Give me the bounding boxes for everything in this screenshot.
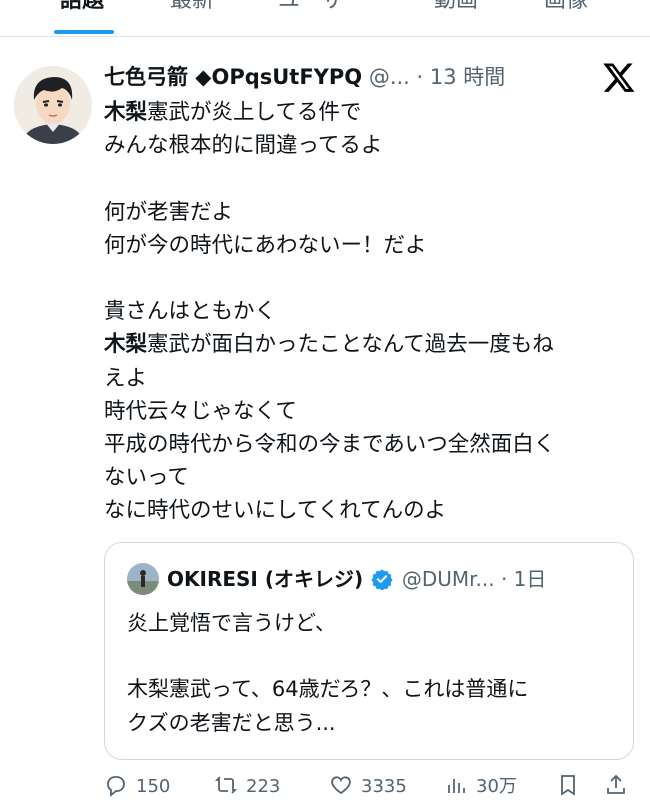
tweet-body: 木梨憲武が炎上してる件で みんな根本的に間違ってるよ 何が老害だよ 何が今の時代…: [104, 96, 624, 527]
tweet-line: 平成の時代から令和の今まであいつ全然面白く: [104, 428, 624, 461]
tweet-line: [104, 262, 624, 295]
line-text: 何が老害だよ: [104, 199, 234, 225]
tweet-line: えよ: [104, 362, 624, 395]
tweet-line: [104, 162, 624, 195]
reply-count: 150: [136, 776, 171, 797]
highlight-term: 木梨: [104, 100, 148, 125]
line-text: 時代云々じゃなくて: [104, 398, 297, 424]
quote-header: OKIRESI (オキレジ) @DUMr... · 1日: [167, 563, 546, 595]
like-button[interactable]: 3335: [329, 772, 407, 802]
reply-icon: [107, 776, 125, 797]
share-button[interactable]: [604, 772, 636, 802]
bookmark-icon: [561, 775, 575, 796]
quote-timestamp[interactable]: 1日: [514, 567, 547, 591]
tweet-line: 木梨憲武が炎上してる件で: [104, 96, 624, 129]
tab-latest[interactable]: 最新: [170, 0, 214, 16]
quote-line: クズの老害だと思う...: [127, 710, 336, 735]
tweet-line: 何が今の時代にあわないー！だよ: [104, 229, 624, 262]
line-text: 貴さんはともかく: [104, 299, 277, 325]
tweet-line: みんな根本的に間違ってるよ: [104, 129, 624, 162]
quote-line: 木梨憲武って、64歳だろ？、これは普通に: [127, 677, 529, 702]
tweet-line: 貴さんはともかく: [104, 295, 624, 328]
quote-avatar-image: [127, 563, 159, 595]
quote-handle[interactable]: @DUMr...: [402, 567, 495, 591]
handle[interactable]: @...: [369, 65, 410, 89]
avatar[interactable]: [14, 66, 92, 144]
tweet-actions: 150 223 3335 30万: [104, 772, 634, 802]
quote-display-name[interactable]: OKIRESI (オキレジ): [167, 567, 363, 591]
line-text: 何が今の時代にあわないー！だよ: [104, 232, 427, 258]
quote-avatar[interactable]: [127, 563, 159, 595]
quote-line: [127, 640, 617, 673]
tweet-line: 木梨憲武が面白かったことなんて過去一度もね: [104, 328, 624, 361]
line-text: なに時代のせいにしてくれてんのよ: [104, 498, 447, 524]
avatar-illustration: [14, 66, 92, 144]
line-text: 憲武が炎上してる件で: [147, 100, 362, 125]
retweet-count: 223: [246, 776, 281, 797]
tweet-line: 時代云々じゃなくて: [104, 395, 624, 428]
tab-users[interactable]: ユーザー: [278, 0, 366, 16]
tweet-line: なに時代のせいにしてくれてんのよ: [104, 494, 624, 527]
line-text: ないって: [104, 465, 189, 491]
separator-dot: ·: [416, 65, 424, 89]
separator-dot: ·: [500, 567, 508, 591]
retweet-button[interactable]: 223: [214, 772, 280, 802]
search-tab-bar: 話題 最新 ユーザー 動画 画像: [0, 0, 650, 37]
bookmark-button[interactable]: [556, 772, 588, 802]
quoted-tweet[interactable]: OKIRESI (オキレジ) @DUMr... · 1日 炎上覚悟で言うけど、 …: [104, 542, 634, 760]
quote-body: 炎上覚悟で言うけど、 木梨憲武って、64歳だろ？、これは普通に クズの老害だと思…: [127, 607, 617, 740]
views-button[interactable]: 30万: [444, 772, 517, 802]
tweet[interactable]: 七色弓箭 ◆OPqsUtFYPQ @... · 13 時間 木梨憲武が炎上してる…: [0, 46, 650, 797]
verified-badge-icon: [371, 569, 394, 590]
display-name[interactable]: 七色弓箭 ◆OPqsUtFYPQ: [104, 65, 362, 89]
line-text: えよ: [104, 365, 148, 391]
timestamp[interactable]: 13 時間: [430, 65, 505, 89]
active-tab-indicator: [54, 30, 114, 34]
x-logo-icon: [603, 63, 635, 92]
reply-button[interactable]: 150: [104, 772, 170, 802]
tab-images[interactable]: 画像: [544, 0, 588, 16]
quote-line: 炎上覚悟で言うけど、: [127, 611, 336, 635]
tweet-line: 何が老害だよ: [104, 196, 624, 229]
retweet-icon: [214, 776, 238, 794]
line-text: 憲武が面白かったことなんて過去一度もね: [147, 332, 554, 358]
tweet-line: ないって: [104, 461, 624, 494]
line-text: みんな根本的に間違ってるよ: [104, 133, 383, 159]
views-icon: [448, 779, 465, 793]
share-icon: [607, 774, 625, 794]
line-text: 平成の時代から令和の今まであいつ全然面白く: [104, 431, 556, 457]
highlight-term: 木梨: [104, 332, 148, 358]
like-icon: [331, 776, 351, 795]
tab-trending[interactable]: 話題: [60, 0, 104, 16]
tab-videos[interactable]: 動画: [434, 0, 478, 16]
tweet-header: 七色弓箭 ◆OPqsUtFYPQ @... · 13 時間: [104, 62, 644, 92]
like-count: 3335: [361, 776, 407, 797]
views-count: 30万: [476, 776, 517, 797]
